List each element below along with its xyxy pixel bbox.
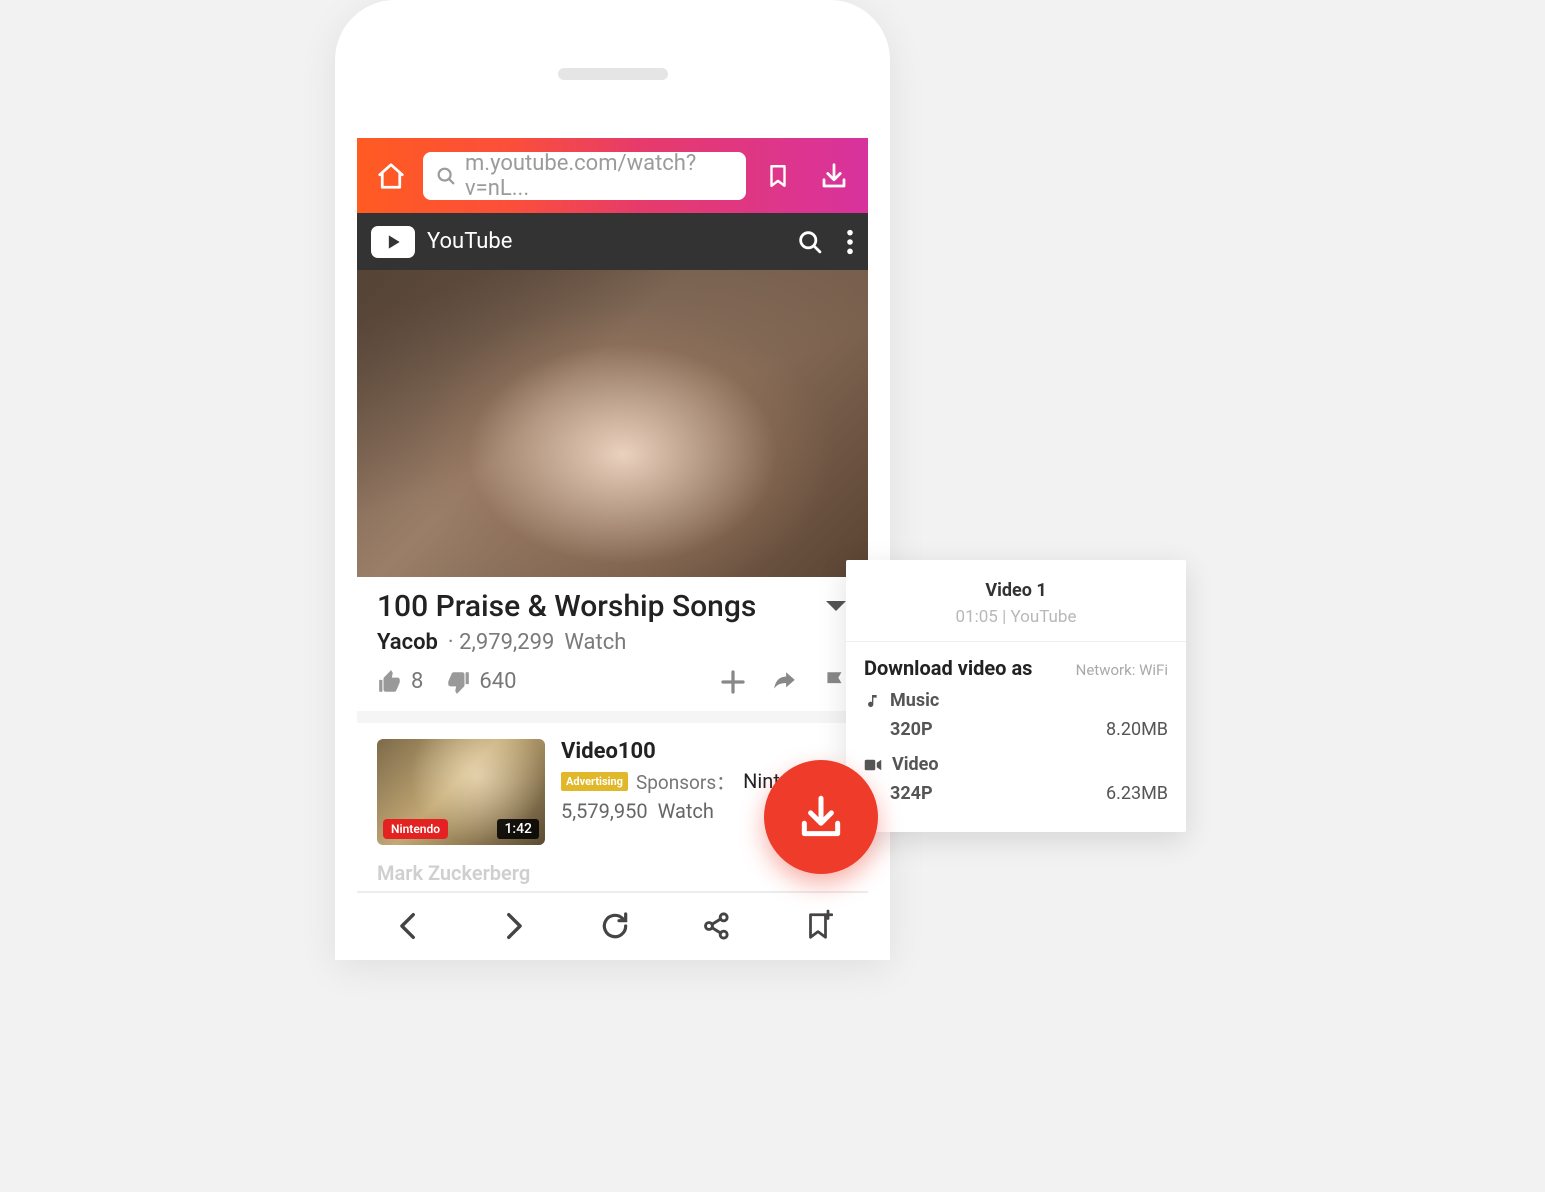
- youtube-label: YouTube: [427, 229, 784, 254]
- music-icon: [864, 692, 880, 710]
- related-thumbnail: Nintendo 1:42: [377, 739, 545, 845]
- related-views: 5,579,950: [561, 799, 648, 823]
- video-icon: [864, 758, 882, 772]
- download-button[interactable]: [810, 152, 858, 200]
- section-divider: [357, 711, 868, 723]
- duration-badge: 1:42: [497, 819, 539, 839]
- watch-label: Watch: [564, 630, 626, 655]
- more-icon[interactable]: [846, 228, 854, 256]
- download-panel-title: Video 1: [862, 580, 1170, 601]
- download-fab[interactable]: [764, 760, 878, 874]
- url-text: m.youtube.com/watch?v=nL...: [465, 151, 734, 201]
- video-actions: 8 640: [377, 667, 848, 711]
- video-title: 100 Praise & Worship Songs: [377, 589, 824, 624]
- search-icon: [435, 165, 457, 187]
- video-player[interactable]: [357, 270, 868, 576]
- phone-speaker: [558, 68, 668, 80]
- home-icon: [376, 161, 406, 191]
- share-icon[interactable]: [770, 669, 800, 695]
- ad-chip: Advertising: [561, 772, 628, 791]
- download-option-video-324p[interactable]: 324P 6.23MB: [864, 775, 1168, 812]
- youtube-logo[interactable]: [371, 226, 415, 258]
- bookmark-icon: [765, 161, 791, 191]
- related-watch-label: Watch: [658, 799, 714, 823]
- like-count: 8: [411, 669, 423, 694]
- related-title: Video100: [561, 739, 824, 764]
- download-section-video: Video: [864, 754, 1168, 775]
- brand-badge: Nintendo: [383, 819, 448, 839]
- search-icon[interactable]: [796, 228, 824, 256]
- download-option-music-320p[interactable]: 320P 8.20MB: [864, 711, 1168, 748]
- video-views: 2,979,299: [459, 630, 554, 655]
- download-icon: [819, 161, 849, 191]
- thumbs-down-icon: [445, 669, 471, 695]
- add-bookmark-button[interactable]: [803, 909, 833, 943]
- play-icon: [383, 232, 403, 252]
- download-section-music: Music: [864, 690, 1168, 711]
- browser-bottom-nav: [357, 891, 868, 960]
- reload-button[interactable]: [599, 910, 631, 942]
- download-as-heading: Download video as: [864, 656, 1032, 680]
- youtube-header: YouTube: [357, 213, 868, 270]
- forward-button[interactable]: [496, 909, 530, 943]
- dislike-button[interactable]: 640: [445, 669, 516, 695]
- thumbs-up-icon: [377, 669, 403, 695]
- download-icon: [796, 792, 846, 842]
- chevron-down-icon[interactable]: [824, 598, 848, 614]
- flag-icon[interactable]: [822, 668, 848, 696]
- network-status: Network: WiFi: [1076, 661, 1168, 679]
- add-icon[interactable]: [718, 667, 748, 697]
- url-input[interactable]: m.youtube.com/watch?v=nL...: [423, 152, 746, 200]
- video-meta: 100 Praise & Worship Songs Yacob · 2,979…: [357, 577, 868, 711]
- sponsor-label: Sponsors：: [636, 768, 735, 795]
- browser-address-bar: m.youtube.com/watch?v=nL...: [357, 138, 868, 213]
- download-panel-subtitle: 01:05 | YouTube: [862, 607, 1170, 627]
- back-button[interactable]: [392, 909, 426, 943]
- like-button[interactable]: 8: [377, 669, 423, 695]
- download-panel: Video 1 01:05 | YouTube Download video a…: [846, 560, 1186, 832]
- home-button[interactable]: [367, 152, 415, 200]
- bookmark-button[interactable]: [754, 152, 802, 200]
- video-author[interactable]: Yacob: [377, 630, 438, 655]
- dislike-count: 640: [479, 669, 516, 694]
- share-button[interactable]: [701, 910, 733, 942]
